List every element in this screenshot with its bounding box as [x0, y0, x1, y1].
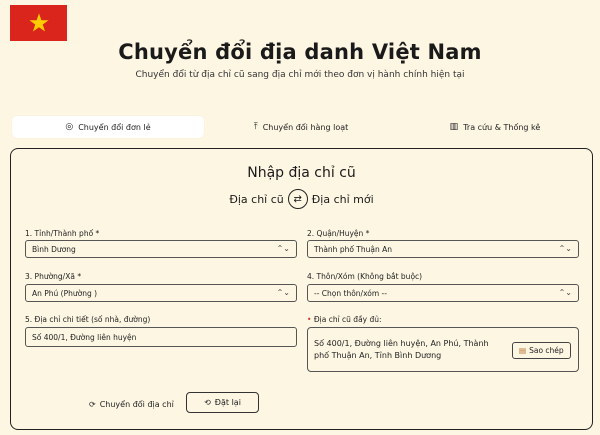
hamlet-value: -- Chọn thôn/xóm --: [314, 288, 387, 298]
convert-button-label: Chuyển đổi địa chỉ: [99, 399, 174, 409]
vietnam-flag-icon: [10, 5, 67, 41]
convert-button[interactable]: ⟳ Chuyển đổi địa chỉ: [81, 394, 182, 414]
ward-select[interactable]: An Phú (Phường ) ⌃⌄: [25, 284, 297, 302]
tab-label: Chuyển đổi đơn lẻ: [78, 122, 151, 132]
province-value: Bình Dương: [32, 244, 76, 254]
full-address-label-text: Địa chỉ cũ đầy đủ:: [313, 315, 382, 324]
select-chevron-icon: ⌃⌄: [558, 244, 572, 253]
swap-row: Địa chỉ cũ ⇄ Địa chỉ mới: [11, 189, 592, 209]
swap-icon: ⇄: [293, 193, 302, 205]
page-subtitle: Chuyển đổi từ địa chỉ cũ sang địa chỉ mớ…: [135, 70, 465, 80]
map-pin-icon: ◎: [65, 121, 74, 132]
tab-single-convert[interactable]: ◎ Chuyển đổi đơn lẻ: [12, 116, 204, 138]
tab-batch-convert[interactable]: ⤒ Chuyển đổi hàng loạt: [206, 116, 396, 138]
tab-lookup-stats[interactable]: ▥ Tra cứu & Thống kê: [400, 116, 590, 138]
bar-chart-icon: ▥: [449, 121, 459, 132]
hamlet-select[interactable]: -- Chọn thôn/xóm -- ⌃⌄: [307, 284, 579, 302]
new-address-label: Địa chỉ mới: [311, 192, 374, 206]
ward-label: 3. Phường/Xã *: [25, 272, 82, 281]
tab-label: Chuyển đổi hàng loạt: [262, 122, 349, 132]
full-address-label: • Địa chỉ cũ đầy đủ:: [307, 315, 382, 324]
province-label: 1. Tỉnh/Thành phố *: [25, 229, 100, 238]
clipboard-icon: ▤: [519, 345, 527, 355]
required-dot-icon: •: [307, 315, 312, 324]
reset-button-label: Đặt lại: [214, 398, 241, 407]
tab-label: Tra cứu & Thống kê: [463, 122, 541, 132]
tab-bar: ◎ Chuyển đổi đơn lẻ ⤒ Chuyển đổi hàng lo…: [10, 116, 592, 138]
detail-address-input[interactable]: Số 400/1, Đường liên huyện: [25, 327, 297, 347]
copy-button[interactable]: ▤ Sao chép: [512, 342, 571, 359]
full-address-output: Số 400/1, Đường liên huyện, An Phú, Thàn…: [307, 327, 579, 372]
select-chevron-icon: ⌃⌄: [558, 288, 572, 297]
select-chevron-icon: ⌃⌄: [276, 244, 290, 253]
hamlet-label: 4. Thôn/Xóm (Không bắt buộc): [307, 272, 423, 281]
swap-direction-button[interactable]: ⇄: [287, 189, 308, 209]
old-address-label: Địa chỉ cũ: [229, 192, 284, 206]
reset-icon: ⟲: [204, 398, 211, 407]
district-value: Thành phố Thuận An: [314, 244, 393, 254]
select-chevron-icon: ⌃⌄: [276, 288, 290, 297]
ward-value: An Phú (Phường ): [32, 288, 98, 298]
page-title: Chuyển đổi địa danh Việt Nam: [118, 40, 482, 64]
form-heading: Nhập địa chỉ cũ: [247, 165, 356, 181]
upload-icon: ⤒: [253, 121, 258, 132]
copy-button-label: Sao chép: [529, 345, 564, 355]
address-form-card: Nhập địa chỉ cũ Địa chỉ cũ ⇄ Địa chỉ mới…: [10, 148, 593, 430]
full-address-value: Số 400/1, Đường liên huyện, An Phú, Thàn…: [314, 339, 489, 360]
detail-address-value: Số 400/1, Đường liên huyện: [32, 332, 137, 342]
district-select[interactable]: Thành phố Thuận An ⌃⌄: [307, 240, 579, 258]
detail-address-label: 5. Địa chỉ chi tiết (số nhà, đường): [25, 315, 151, 324]
refresh-icon: ⟳: [89, 399, 96, 409]
province-select[interactable]: Bình Dương ⌃⌄: [25, 240, 297, 258]
district-label: 2. Quận/Huyện *: [307, 229, 370, 238]
star-icon: [28, 13, 49, 32]
reset-button[interactable]: ⟲ Đặt lại: [186, 392, 259, 413]
